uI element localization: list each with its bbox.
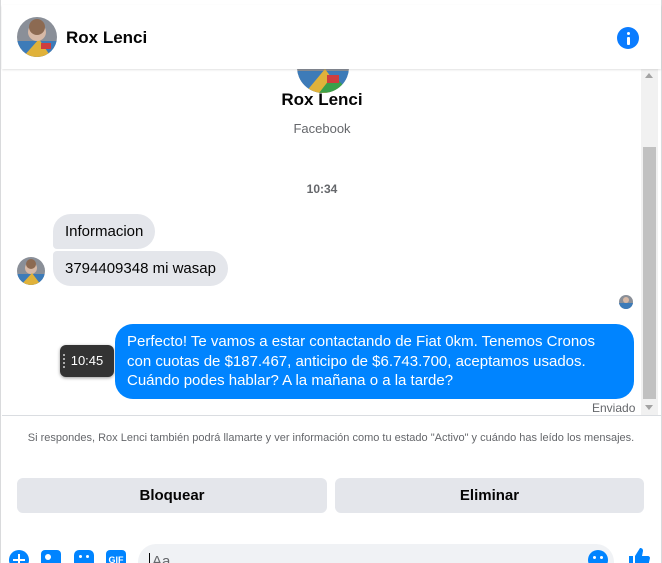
message-time-tooltip: 10:45: [60, 345, 114, 377]
info-icon[interactable]: [617, 27, 639, 49]
conversation-header: Rox Lenci: [2, 5, 661, 69]
emoji-icon[interactable]: [588, 550, 608, 563]
plus-icon[interactable]: [9, 550, 29, 563]
block-button[interactable]: Bloquear: [17, 478, 327, 513]
photo-icon[interactable]: [41, 550, 61, 563]
outgoing-message[interactable]: Perfecto! Te vamos a estar contactando d…: [115, 324, 634, 399]
scroll-down-icon[interactable]: [645, 405, 653, 410]
incoming-message[interactable]: Informacion: [53, 214, 156, 249]
read-receipt-avatar: [619, 295, 633, 309]
messenger-window: Rox Lenci Rox Lenci Facebook 10:34 Infor…: [0, 0, 662, 563]
scroll-up-icon[interactable]: [645, 73, 653, 78]
sticker-icon[interactable]: [74, 550, 94, 563]
message-placeholder: Aa: [152, 553, 171, 563]
profile-subtitle: Facebook: [293, 121, 351, 136]
message-composer: GIF Aa: [2, 538, 661, 563]
scroll-thumb[interactable]: [643, 147, 656, 399]
incoming-message[interactable]: 3794409348 mi wasap: [53, 251, 228, 286]
thread-scrollbar[interactable]: [641, 69, 658, 415]
contact-name[interactable]: Rox Lenci: [66, 28, 147, 48]
message-thread: Rox Lenci Facebook 10:34 Informacion 379…: [2, 69, 642, 415]
tooltip-time: 10:45: [70, 353, 104, 368]
message-input[interactable]: Aa: [138, 544, 614, 563]
sender-avatar[interactable]: [17, 257, 45, 285]
message-status: Enviado: [592, 401, 636, 415]
privacy-notice: Si respondes, Rox Lenci también podrá ll…: [27, 432, 635, 444]
grip-icon: [63, 354, 65, 368]
profile-name: Rox Lenci: [281, 90, 363, 109]
avatar[interactable]: [17, 17, 57, 57]
text-caret: [149, 553, 150, 563]
time-separator: 10:34: [306, 182, 338, 196]
gif-icon[interactable]: GIF: [106, 550, 126, 563]
delete-button[interactable]: Eliminar: [335, 478, 644, 513]
divider: [2, 415, 661, 416]
like-icon[interactable]: [627, 546, 651, 563]
